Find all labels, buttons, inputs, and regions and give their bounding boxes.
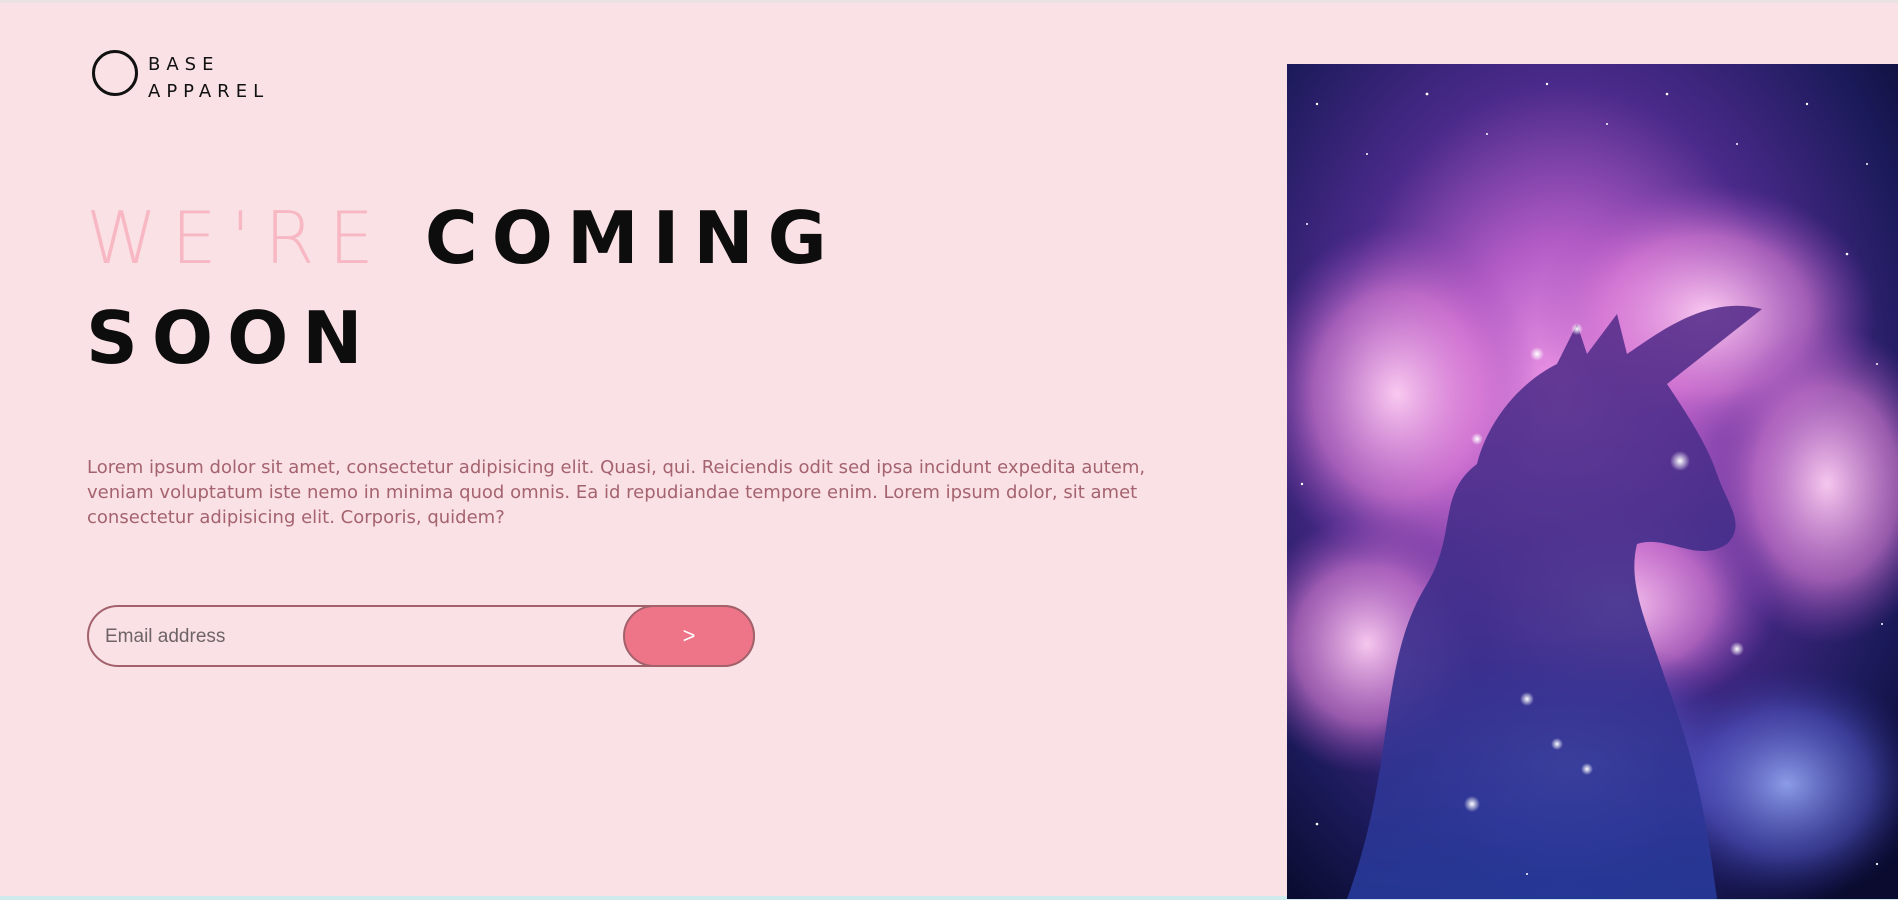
hero-image-unicorn [1287,64,1898,899]
brand-name: BASE APPAREL [148,51,269,105]
submit-button[interactable]: > [623,605,755,667]
title-light-text: WE'RE [86,196,388,280]
logo-circle-icon [92,50,138,96]
unicorn-galaxy-image [1287,64,1898,899]
email-signup-form: > [87,605,755,667]
page-title: WE'RE COMING SOON [86,188,841,388]
brand-line-1: BASE [148,54,220,75]
email-field[interactable] [103,607,607,667]
brand-line-2: APPAREL [148,81,270,102]
title-bold-text-2: SOON [86,296,377,380]
title-bold-text-1: COMING [424,196,841,280]
hero-description: Lorem ipsum dolor sit amet, consectetur … [87,457,1146,528]
brand-logo[interactable]: BASE APPAREL [92,47,292,107]
landing-page: BASE APPAREL WE'RE COMING SOON Lorem ips… [0,0,1898,899]
